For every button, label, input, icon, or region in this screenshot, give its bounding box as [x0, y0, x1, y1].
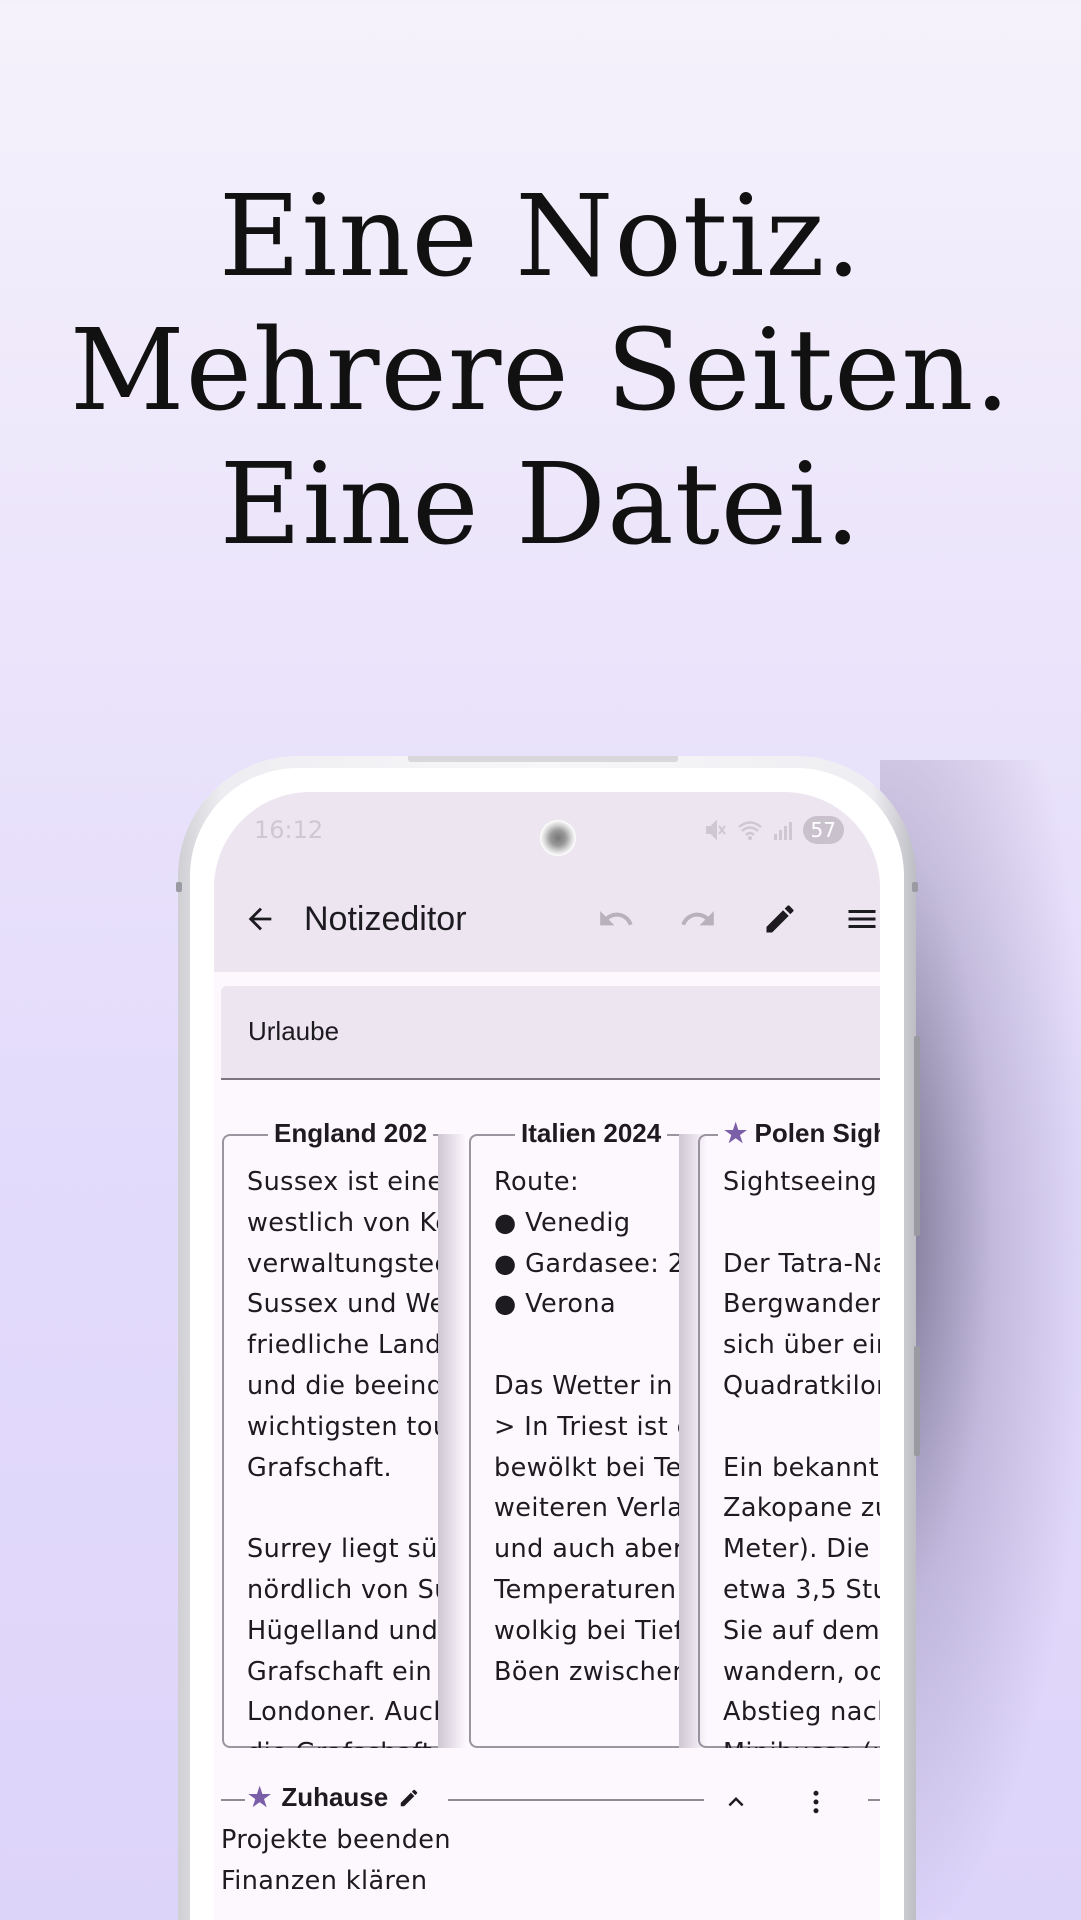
page-card-2-body: Route: ● Venedig ● Gardasee: 2 ● Verona … [494, 1167, 679, 1687]
phone-screen: 16:12 57 Notizeditor Urlaube ★ Polen Sig… [214, 792, 880, 1920]
headline-line-2: Mehrere Seiten. [69, 306, 1012, 436]
pages-carousel[interactable]: ★ Polen Sigh Sightseeing in Der Tatra-Na… [214, 1110, 880, 1760]
wifi-icon [737, 821, 762, 840]
more-options-button[interactable] [794, 1780, 838, 1824]
collapse-button[interactable] [714, 1780, 758, 1824]
redo-button[interactable] [670, 891, 726, 947]
status-time: 16:12 [254, 816, 324, 844]
undo-icon [600, 911, 633, 926]
more-vert-icon [813, 1790, 819, 1814]
chevron-up-icon [728, 1797, 744, 1807]
edit-button[interactable] [752, 891, 808, 947]
status-icons: 57 [703, 816, 844, 844]
section-divider-left [221, 1799, 245, 1801]
phone-side-mark-right [912, 882, 918, 892]
page-card-2[interactable]: Italien 2024 Route: ● Venedig ● Gardasee… [469, 1110, 707, 1760]
headline-line-3: Eine Datei. [219, 440, 862, 570]
section-divider-right [868, 1799, 880, 1801]
phone-side-mark [176, 882, 182, 892]
headline-line-1: Eine Notiz. [218, 172, 863, 302]
section-divider-middle [448, 1799, 704, 1801]
arrow-back-icon [248, 907, 272, 931]
page-card-2-title: Italien 2024 [515, 1118, 668, 1149]
section-title-text: Zuhause [281, 1782, 389, 1812]
front-camera [540, 820, 576, 856]
app-bar: Notizeditor [214, 866, 880, 972]
menu-button[interactable] [834, 891, 880, 947]
page-card-shadow [679, 1134, 707, 1748]
edit-pencil-icon [766, 905, 794, 933]
note-content: Urlaube ★ Polen Sigh Sightseeing in Der … [214, 972, 880, 1920]
app-bar-title: Notizeditor [304, 900, 467, 938]
back-button[interactable] [232, 891, 288, 947]
page-card-3-body: Sightseeing in Der Tatra-Nat Bergwandere… [723, 1167, 880, 1748]
star-icon: ★ [248, 1782, 272, 1812]
section-line-1: Projekte beenden [221, 1825, 451, 1855]
page-card-1-title: England 202 [268, 1118, 434, 1149]
phone-frame: 16:12 57 Notizeditor Urlaube ★ Polen Sig… [176, 756, 920, 1920]
mute-icon [705, 819, 726, 841]
battery-indicator: 57 [802, 816, 844, 844]
power-button [914, 1346, 920, 1456]
signal-icon [773, 822, 792, 840]
undo-button[interactable] [588, 891, 644, 947]
note-title-field[interactable]: Urlaube [221, 986, 880, 1080]
headline: Eine Notiz. Mehrere Seiten. Eine Datei. [0, 170, 1081, 572]
section-title: ★ Zuhause [248, 1782, 420, 1813]
phone-top-strip [408, 756, 678, 762]
edit-pencil-icon[interactable] [398, 1787, 420, 1809]
menu-icon [848, 910, 876, 928]
page-card-shadow [438, 1134, 466, 1748]
star-icon: ★ [724, 1118, 748, 1148]
redo-icon [681, 911, 714, 926]
page-card-3[interactable]: ★ Polen Sigh Sightseeing in Der Tatra-Na… [698, 1110, 880, 1760]
volume-button [914, 1036, 920, 1236]
section-body: Projekte beenden Finanzen klären [221, 1820, 451, 1902]
page-card-1[interactable]: England 202 Sussex ist eine westlich von… [222, 1110, 466, 1760]
page-card-3-title: Polen Sigh [754, 1118, 880, 1148]
page-card-title: ★ Polen Sigh [718, 1118, 880, 1149]
phone-bezel: 16:12 57 Notizeditor Urlaube ★ Polen Sig… [190, 768, 904, 1920]
status-bar: 16:12 57 [214, 792, 880, 866]
note-title-value: Urlaube [248, 1016, 340, 1046]
page-card-1-body: Sussex ist eine westlich von Ke verwaltu… [247, 1167, 438, 1748]
section-line-2: Finanzen klären [221, 1866, 428, 1896]
